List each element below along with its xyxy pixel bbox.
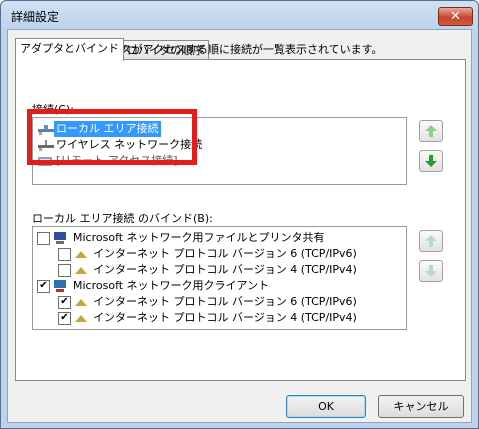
close-button[interactable]: ✕ [438, 7, 473, 26]
binding-label: Microsoft ネットワーク用ファイルとプリンタ共有 [73, 231, 325, 244]
protocol-icon [75, 251, 87, 258]
move-up-button[interactable] [419, 120, 443, 142]
ok-button[interactable]: OK [286, 395, 366, 418]
binding-label: インターネット プロトコル バージョン 6 (TCP/IPv6) [93, 295, 357, 308]
binding-label: インターネット プロトコル バージョン 4 (TCP/IPv4) [93, 263, 357, 276]
binding-label: Microsoft ネットワーク用クライアント [73, 279, 270, 292]
title-bar: 詳細設定 ✕ [1, 1, 478, 29]
arrow-up-icon [425, 125, 437, 137]
binding-checkbox[interactable] [58, 248, 71, 261]
bindings-list[interactable]: Microsoft ネットワーク用ファイルとプリンタ共有 インターネット プロト… [32, 226, 407, 330]
binding-checkbox[interactable]: ✔ [58, 312, 71, 325]
arrow-up-icon [425, 235, 437, 247]
protocol-icon [75, 299, 87, 306]
window-title: 詳細設定 [11, 10, 60, 24]
binding-checkbox[interactable] [58, 264, 71, 277]
close-icon: ✕ [450, 9, 461, 24]
network-client-icon [54, 280, 66, 292]
highlight-box [27, 109, 197, 165]
bindings-label: ローカル エリア接続 のバインド(B): [32, 212, 213, 225]
computer-icon [54, 232, 66, 244]
binding-move-down-button[interactable] [419, 260, 443, 282]
binding-label: インターネット プロトコル バージョン 4 (TCP/IPv4) [93, 311, 357, 324]
binding-label: インターネット プロトコル バージョン 6 (TCP/IPv6) [93, 247, 357, 260]
arrow-down-icon [425, 155, 437, 167]
cancel-button[interactable]: キャンセル [378, 395, 464, 418]
binding-checkbox[interactable] [37, 232, 50, 245]
binding-checkbox[interactable]: ✔ [58, 296, 71, 309]
protocol-icon [75, 267, 87, 274]
advanced-settings-window: 詳細設定 ✕ アダプタとバインド プロバイダの順序 ネットワーク サービスがアク… [0, 0, 479, 429]
binding-checkbox[interactable]: ✔ [37, 280, 50, 293]
arrow-down-icon [425, 265, 437, 277]
binding-move-up-button[interactable] [419, 230, 443, 252]
tab-adapters-bindings[interactable]: アダプタとバインド [15, 38, 124, 61]
move-down-button[interactable] [419, 150, 443, 172]
protocol-icon [75, 315, 87, 322]
